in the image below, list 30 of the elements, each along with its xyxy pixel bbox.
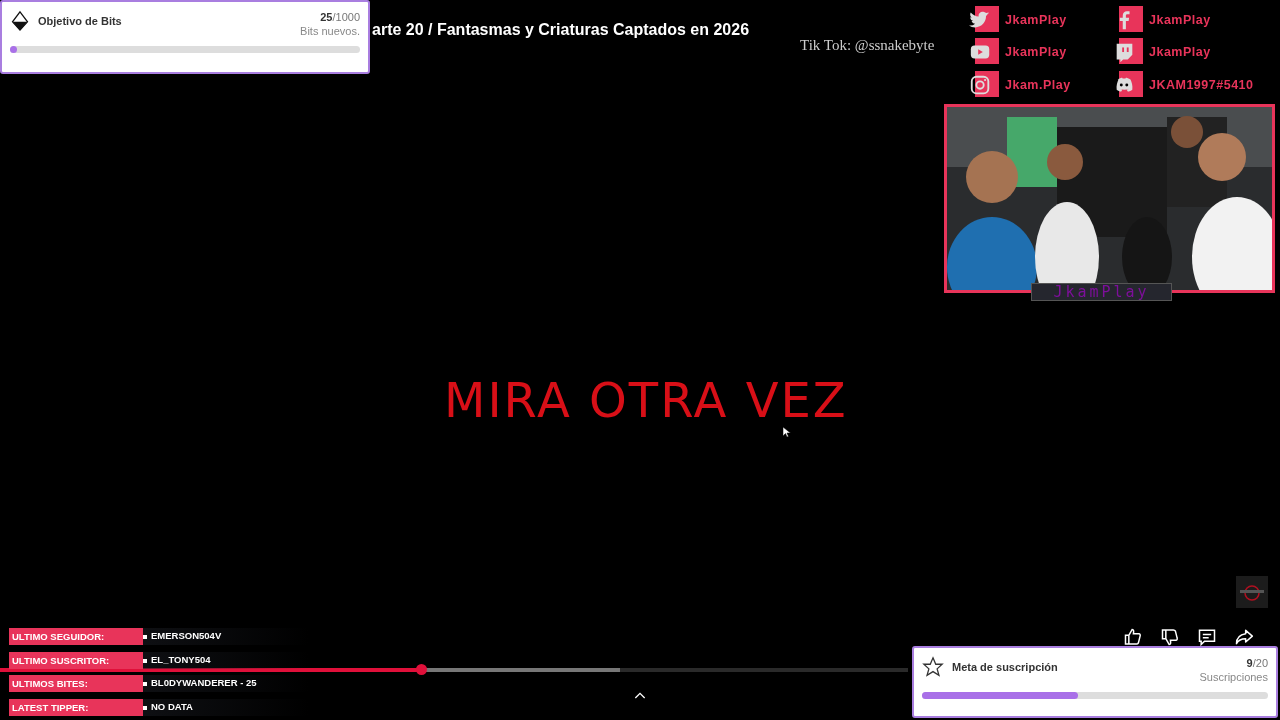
cursor-icon (781, 424, 793, 440)
credits-text: Tik Tok: @ssnakebyte (800, 36, 935, 55)
ticker-value: NO DATA (151, 700, 193, 715)
name-tag: JkamPlay (1031, 283, 1172, 301)
goal-count: 25/1000 (320, 10, 360, 24)
ticker-label: LATEST TIPPER: (9, 699, 143, 716)
ticker-label: ULTIMO SEGUIDOR: (9, 628, 143, 645)
goal-title: Meta de suscripción (952, 659, 1058, 675)
bird-icon[interactable] (969, 6, 999, 34)
ticker-value: EMERSON504V (151, 629, 222, 644)
thumbs-down-icon[interactable] (1160, 627, 1180, 647)
comment-icon[interactable] (1197, 627, 1217, 647)
scrubber-handle[interactable] (416, 664, 428, 675)
ticker-value: EL_TONY504 (151, 653, 211, 668)
goal-count: 9/20 (1246, 656, 1268, 670)
ticker-label: ULTIMO SUSCRITOR: (9, 652, 143, 669)
ticker-label: ULTIMOS BITES: (9, 675, 143, 692)
goal-caption: Suscripciones (1199, 670, 1268, 684)
ticker-value: BL0DYWANDERER - 25 (151, 676, 257, 691)
goal-title: Objetivo de Bits (38, 13, 122, 29)
thumbs-up-icon[interactable] (1123, 627, 1143, 647)
video-caption: MIRA OTRA VEZ (444, 378, 848, 422)
share-arrow-icon[interactable] (1234, 627, 1254, 647)
video-progress-bar[interactable] (0, 668, 908, 672)
play-icon[interactable] (969, 38, 999, 66)
camera-icon[interactable] (969, 71, 999, 99)
star-icon (922, 656, 944, 678)
goal-caption: Bits nuevos. (300, 24, 360, 38)
video-title: arte 20 / Fantasmas y Criaturas Captados en 2026 (372, 20, 750, 40)
gem-icon (10, 10, 30, 32)
